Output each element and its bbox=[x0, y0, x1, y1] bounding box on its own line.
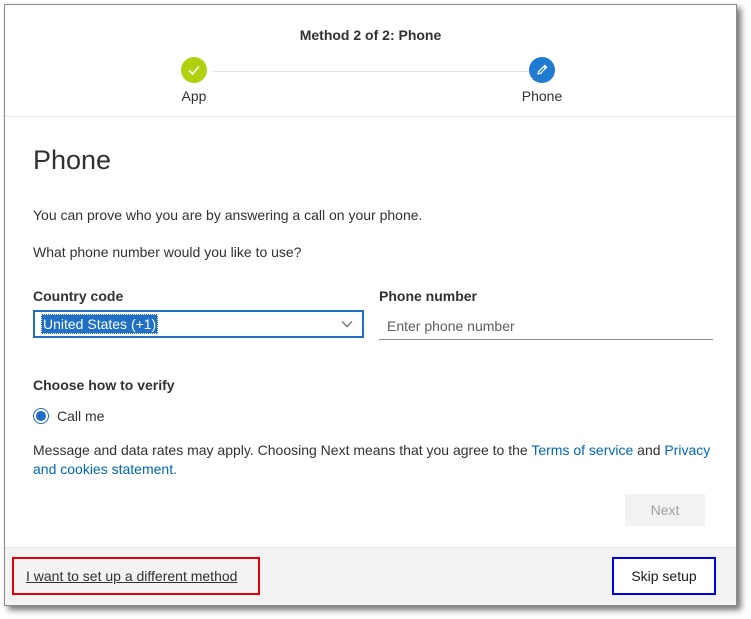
mfa-setup-dialog: Method 2 of 2: Phone App Phone Phone You… bbox=[4, 4, 737, 606]
call-me-radio[interactable] bbox=[33, 408, 49, 424]
disclaimer-text: Message and data rates may apply. Choosi… bbox=[33, 441, 713, 479]
page-title: Phone bbox=[33, 145, 112, 175]
checkmark-icon bbox=[188, 65, 200, 76]
progress-header: Method 2 of 2: Phone App Phone bbox=[5, 5, 736, 117]
radio-selected-dot bbox=[36, 411, 46, 421]
disclaimer-and: and bbox=[633, 442, 665, 458]
verify-method-label: Choose how to verify bbox=[33, 377, 175, 393]
skip-setup-button[interactable]: Skip setup bbox=[612, 557, 716, 595]
step-app-label: App bbox=[181, 88, 207, 104]
chevron-down-icon bbox=[341, 321, 353, 328]
terms-of-service-link[interactable]: Terms of service bbox=[531, 442, 633, 458]
different-method-link[interactable]: I want to set up a different method bbox=[12, 557, 260, 595]
next-button[interactable]: Next bbox=[625, 494, 705, 526]
dialog-footer: I want to set up a different method Skip… bbox=[5, 547, 736, 605]
country-code-label: Country code bbox=[33, 288, 124, 304]
country-code-selected-value: United States (+1) bbox=[41, 314, 159, 334]
country-code-select[interactable]: United States (+1) bbox=[33, 310, 364, 338]
method-title: Method 2 of 2: Phone bbox=[299, 27, 442, 43]
question-text: What phone number would you like to use? bbox=[33, 244, 302, 260]
call-me-option[interactable]: Call me bbox=[33, 408, 104, 424]
disclaimer-prefix: Message and data rates may apply. Choosi… bbox=[33, 442, 532, 458]
step-phone-label: Phone bbox=[521, 88, 563, 104]
pencil-icon bbox=[537, 64, 548, 75]
phone-number-label: Phone number bbox=[379, 288, 478, 304]
step-connector-line bbox=[213, 71, 529, 72]
step-app-circle bbox=[181, 57, 207, 83]
call-me-label: Call me bbox=[57, 408, 105, 424]
step-phone-circle bbox=[529, 57, 555, 83]
intro-text: You can prove who you are by answering a… bbox=[33, 207, 423, 223]
phone-number-input[interactable] bbox=[379, 312, 713, 340]
